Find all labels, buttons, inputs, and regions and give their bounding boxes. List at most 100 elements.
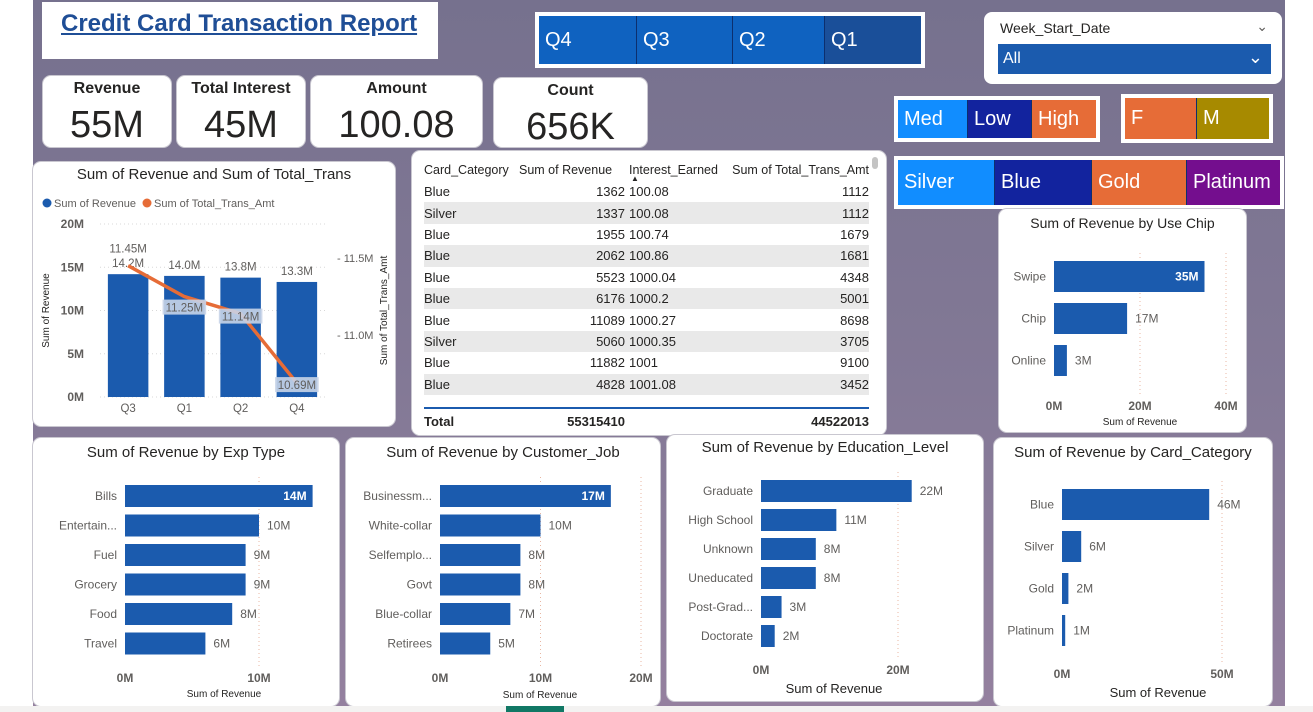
- cell-interest: 1001.08: [629, 373, 729, 395]
- kpi-value: 100.08: [338, 104, 455, 146]
- x-tick-label: Q3: [120, 403, 135, 415]
- bar: [1062, 489, 1210, 520]
- quarter-slicer-item[interactable]: Q1: [825, 16, 921, 64]
- cell-revenue: 1362: [596, 184, 625, 200]
- x-tick-label: 0M: [1054, 667, 1071, 681]
- x-tick-label: 0M: [432, 671, 449, 685]
- category-label: Bills: [95, 489, 117, 503]
- bar-data-label: 14.2M: [112, 258, 144, 270]
- kpi-label: Total Interest: [191, 80, 291, 97]
- column-header[interactable]: Interest_Earned ▲: [629, 159, 729, 183]
- bar: [125, 573, 246, 596]
- column-header[interactable]: Sum of Revenue: [519, 159, 629, 181]
- cell-interest: 1000.2: [629, 287, 729, 310]
- quarter-slicer-item[interactable]: Q4: [539, 16, 637, 64]
- table-row[interactable]: Blue 11089 1000.27 8698: [424, 309, 869, 330]
- education-chart: 0M 20MSum of Revenue Graduate 22M High Schoo…: [688, 472, 943, 696]
- table-row[interactable]: Blue 11882 1001 9100: [424, 352, 869, 373]
- table-row[interactable]: Blue 6176 1000.2 5001: [424, 287, 869, 310]
- table-body: Blue 1362 100.08 1112 Silver 1337 100.08 1112 Bl…: [424, 181, 869, 395]
- kpi-count: Count 656K: [493, 77, 648, 148]
- cell-revenue: 2062: [519, 245, 629, 267]
- income-slicer-item[interactable]: Low: [968, 100, 1032, 138]
- bar-data-label: 5M: [498, 637, 515, 651]
- table-row[interactable]: Silver 1337 100.08 1112: [424, 202, 869, 224]
- bar-data-label: 8M: [240, 607, 257, 621]
- category-label: Travel: [84, 637, 117, 651]
- table-row[interactable]: Blue 2062 100.86 1681: [424, 245, 869, 267]
- quarter-slicer-item[interactable]: Q3: [637, 16, 733, 64]
- combo-chart-card: Sum of Revenue and Sum of Total_Trans Su…: [32, 161, 396, 427]
- y2-axis-title: Sum of Total_Trans_Amt: [379, 256, 390, 366]
- exp-type-chart: 0M 10M Sum of Revenue Bills 14M Entertain... 1…: [59, 477, 313, 700]
- bar: [761, 567, 816, 589]
- y-tick-label: 5M: [67, 347, 84, 361]
- category-label: Post-Grad...: [688, 600, 753, 614]
- category-slicer-item[interactable]: Platinum: [1187, 160, 1280, 205]
- column-header[interactable]: Sum of Total_Trans_Amt: [729, 159, 869, 181]
- category-label: Govt: [407, 578, 433, 592]
- bar: [761, 625, 775, 647]
- cell-card-category: Blue: [424, 269, 451, 285]
- week-filter-value: All: [1003, 50, 1021, 67]
- income-slicer-item[interactable]: High: [1032, 100, 1096, 138]
- cell-interest: 1000.35: [629, 330, 729, 353]
- week-filter-dropdown[interactable]: All ⌄: [998, 44, 1271, 74]
- gender-slicer-item[interactable]: F: [1125, 98, 1197, 139]
- kpi-label: Revenue: [73, 80, 141, 97]
- cell-revenue: 1955: [596, 226, 625, 242]
- x-tick-label: 40M: [1214, 399, 1237, 413]
- bar-data-label: 35M: [1175, 270, 1198, 284]
- bar-revenue: [220, 277, 261, 397]
- sort-ascending-icon: ▲: [631, 174, 639, 183]
- cell-revenue: 11882: [589, 355, 625, 371]
- x-axis-title: Sum of Revenue: [1103, 417, 1178, 428]
- bar-data-label: 14M: [283, 489, 306, 503]
- gender-slicer-item[interactable]: M: [1197, 98, 1269, 139]
- active-page-tab[interactable]: [506, 706, 564, 712]
- bar-data-label: 10M: [267, 519, 290, 533]
- category-slicer-item[interactable]: Blue: [995, 160, 1092, 205]
- cell-card-category: Blue: [424, 312, 451, 328]
- cell-trans-amt: 3705: [729, 330, 869, 353]
- quarter-slicer-item[interactable]: Q2: [733, 16, 825, 64]
- category-slicer-item[interactable]: Silver: [898, 160, 995, 205]
- category-slicer-item[interactable]: Gold: [1092, 160, 1187, 205]
- table-scrollbar[interactable]: [872, 157, 878, 169]
- x-axis-title: Sum of Revenue: [786, 681, 883, 696]
- x-tick-label: 20M: [886, 663, 909, 677]
- gender-slicer: F M: [1121, 94, 1273, 143]
- y2-tick-label: - 11.0M: [337, 330, 373, 342]
- category-label: Blue-collar: [375, 607, 432, 621]
- bar-data-label: 6M: [1089, 540, 1106, 554]
- line-data-label: 11.14M: [222, 312, 260, 324]
- table-row[interactable]: Blue 1955 100.74 1679: [424, 224, 869, 245]
- table-row[interactable]: Blue 1362 100.08 1112: [424, 181, 869, 202]
- page-tab-strip: [0, 706, 1313, 712]
- x-tick-label: 10M: [529, 671, 552, 685]
- collapse-chevron-icon[interactable]: ⌄: [1256, 18, 1268, 35]
- bar: [125, 632, 206, 655]
- cell-trans-amt: 8698: [840, 312, 869, 328]
- cell-trans-amt: 1112: [729, 202, 869, 224]
- bar-data-label: 7M: [518, 607, 535, 621]
- table-row[interactable]: Blue 5523 1000.04 4348: [424, 267, 869, 288]
- category-label: Blue: [1030, 498, 1054, 512]
- cell-card-category: Silver: [424, 330, 519, 353]
- total-trans-amt: 44522013: [729, 407, 869, 434]
- bar: [440, 603, 511, 625]
- bar: [440, 544, 521, 566]
- income-slicer-item[interactable]: Med: [898, 100, 968, 138]
- table-total-row: Total 55315410 44522013: [424, 407, 869, 434]
- bar: [1054, 303, 1128, 334]
- x-axis-title: Sum of Revenue: [1110, 685, 1207, 700]
- kpi-value: 656K: [526, 106, 615, 148]
- kpi-revenue: Revenue 55M: [42, 75, 172, 148]
- x-tick-label: 20M: [1128, 399, 1151, 413]
- table-row[interactable]: Silver 5060 1000.35 3705: [424, 330, 869, 353]
- cell-card-category: Silver: [424, 202, 519, 224]
- table-row[interactable]: Blue 4828 1001.08 3452: [424, 373, 869, 395]
- x-tick-label: Q4: [289, 403, 305, 415]
- x-tick-label: 50M: [1210, 667, 1233, 681]
- column-header[interactable]: Card_Category: [424, 159, 519, 181]
